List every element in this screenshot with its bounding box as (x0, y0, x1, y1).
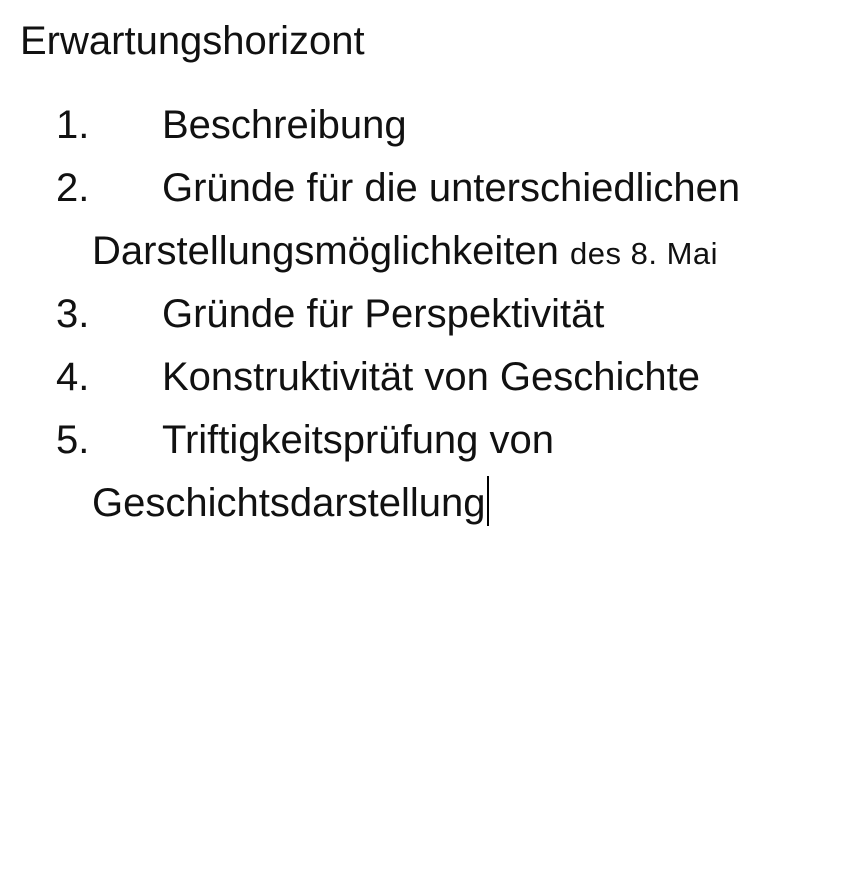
list-item-number: 3. (56, 292, 90, 336)
list-item-continuation: Darstellungsmöglichkeiten des 8. Mai (92, 220, 718, 285)
list-item-text: Gründe für Perspektivität (162, 292, 605, 336)
list-item-text: Triftigkeitsprüfung von (162, 418, 555, 462)
text-cursor (486, 476, 489, 526)
list-item-number: 5. (56, 418, 90, 462)
list-item-line: 4. Konstruktivität von Geschichte (0, 346, 853, 409)
list-item-line: 1. Beschreibung (0, 94, 853, 157)
list-item-continuation: Geschichtsdarstellung (92, 472, 489, 535)
list-item: 1. Beschreibung (0, 94, 853, 157)
list-item-line: 3. Gründe für Perspektivität (0, 283, 853, 346)
list-item-continuation-suffix: des 8. Mai (570, 236, 719, 271)
list-item-number: 1. (56, 103, 90, 147)
numbered-list: 1. Beschreibung 2. Gründe für die unters… (0, 94, 853, 535)
document-page: Erwartungshorizont 1. Beschreibung 2. Gr… (0, 0, 853, 896)
list-item: 5. Triftigkeitsprüfung von Geschichtsdar… (0, 409, 853, 535)
list-item-line: 5. Triftigkeitsprüfung von (0, 409, 853, 472)
list-item-text: Gründe für die unterschiedlichen (162, 166, 741, 210)
list-item-continuation-text: Darstellungsmöglichkeiten (92, 229, 559, 273)
list-item-number: 2. (56, 166, 90, 210)
document-title: Erwartungshorizont (20, 19, 365, 63)
list-item-line: 2. Gründe für die unterschiedlichen (0, 157, 853, 220)
list-item-continuation-text: Geschichtsdarstellung (92, 481, 486, 525)
list-item: 3. Gründe für Perspektivität (0, 283, 853, 346)
list-item: 4. Konstruktivität von Geschichte (0, 346, 853, 409)
list-item-continuation-line: Darstellungsmöglichkeiten des 8. Mai (0, 220, 853, 283)
list-item-text: Konstruktivität von Geschichte (162, 355, 701, 399)
list-item-continuation-line: Geschichtsdarstellung (0, 472, 853, 535)
list-item-text: Beschreibung (162, 103, 407, 147)
list-item-number: 4. (56, 355, 90, 399)
list-item: 2. Gründe für die unterschiedlichen Dars… (0, 157, 853, 283)
